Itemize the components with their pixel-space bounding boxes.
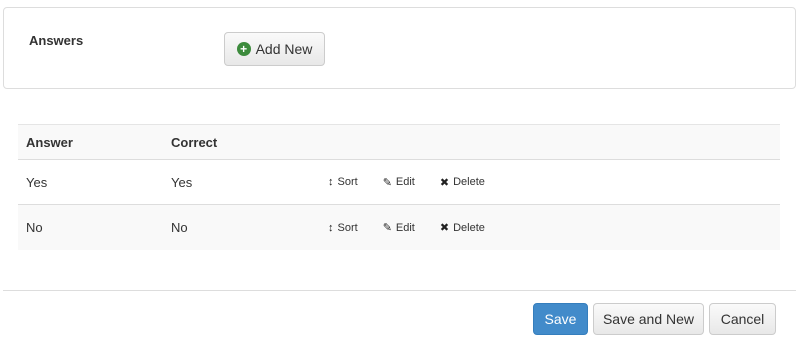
edit-action[interactable]: ✎ Edit [382, 221, 415, 235]
save-button[interactable]: Save [533, 303, 588, 335]
answer-cell: Yes [26, 174, 48, 190]
edit-label: Edit [395, 221, 415, 234]
add-new-label: Add New [255, 41, 313, 57]
sort-action[interactable]: ↕ Sort [328, 176, 358, 188]
answers-label: Answers [29, 33, 84, 48]
row-actions: ↕ Sort ✎ Edit ✖ Delete [328, 160, 510, 204]
cancel-button[interactable]: Cancel [709, 303, 776, 335]
sort-vertical-icon: ↕ [328, 176, 334, 188]
correct-cell: No [171, 220, 188, 235]
footer-divider [3, 290, 796, 291]
sort-action[interactable]: ↕ Sort [328, 222, 358, 234]
delete-action[interactable]: ✖ Delete [439, 221, 485, 235]
pencil-icon: ✎ [382, 222, 392, 234]
close-icon: ✖ [439, 222, 450, 234]
table-row: Yes Yes ↕ Sort ✎ Edit ✖ Delete [18, 160, 780, 205]
save-and-new-button[interactable]: Save and New [593, 303, 704, 335]
sort-label: Sort [337, 176, 358, 188]
answers-panel: Answers + Add New [3, 7, 796, 89]
answers-table: Answer Correct Yes Yes ↕ Sort ✎ Edit ✖ D… [18, 124, 780, 250]
correct-cell: Yes [171, 174, 193, 190]
column-header-correct: Correct [171, 134, 218, 150]
row-actions: ↕ Sort ✎ Edit ✖ Delete [328, 205, 510, 250]
sort-vertical-icon: ↕ [328, 221, 334, 234]
close-icon: ✖ [439, 176, 450, 189]
sort-label: Sort [337, 221, 358, 234]
add-new-button[interactable]: + Add New [224, 32, 325, 66]
table-row: No No ↕ Sort ✎ Edit ✖ Delete [18, 205, 780, 250]
table-header-row: Answer Correct [18, 124, 780, 160]
pencil-icon: ✎ [382, 176, 392, 189]
edit-label: Edit [395, 176, 415, 188]
delete-label: Delete [453, 221, 485, 234]
answer-cell: No [26, 220, 43, 235]
plus-circle-icon: + [236, 42, 251, 56]
column-header-answer: Answer [26, 134, 73, 150]
delete-action[interactable]: ✖ Delete [440, 176, 485, 189]
delete-label: Delete [453, 176, 485, 188]
edit-action[interactable]: ✎ Edit [383, 176, 415, 189]
